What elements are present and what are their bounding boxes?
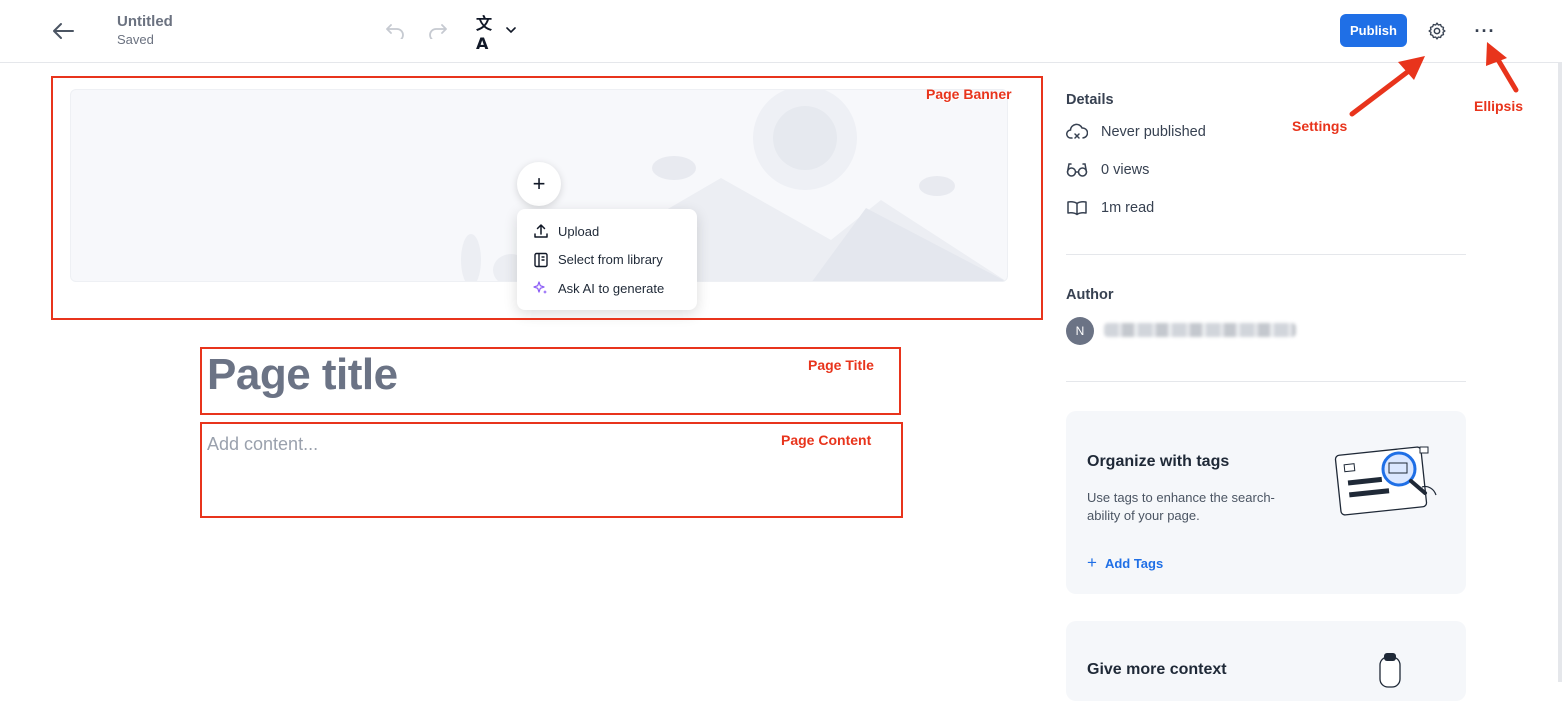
annotation-ellipsis-label: Ellipsis xyxy=(1474,98,1524,114)
save-status: Saved xyxy=(117,32,154,47)
more-options-icon[interactable]: ··· xyxy=(1472,18,1498,44)
details-heading: Details xyxy=(1066,92,1114,108)
annotation-page-banner-label: Page Banner xyxy=(926,86,1012,102)
back-arrow-icon[interactable] xyxy=(50,18,76,44)
divider xyxy=(1066,254,1466,255)
glasses-icon xyxy=(1066,159,1088,181)
tags-card: Organize with tags Use tags to enhance t… xyxy=(1066,411,1466,594)
book-icon xyxy=(1066,197,1088,219)
publish-status-row: Never published xyxy=(1066,121,1206,143)
context-card: Give more context xyxy=(1066,621,1466,701)
publish-status-text: Never published xyxy=(1101,124,1206,140)
add-tags-label: Add Tags xyxy=(1104,555,1164,571)
publish-button[interactable]: Publish xyxy=(1340,14,1407,47)
add-tags-button[interactable]: + Add Tags xyxy=(1087,553,1163,573)
tags-card-title: Organize with tags xyxy=(1087,453,1230,470)
scrollbar[interactable] xyxy=(1558,63,1562,682)
views-row: 0 views xyxy=(1066,159,1149,181)
divider xyxy=(1066,381,1466,382)
translate-dropdown[interactable]: 文A xyxy=(476,14,516,53)
views-text: 0 views xyxy=(1101,162,1150,178)
author-avatar: N xyxy=(1066,317,1094,345)
context-illustration xyxy=(1379,653,1401,688)
author-name-redacted xyxy=(1104,323,1296,337)
context-card-title: Give more context xyxy=(1087,661,1227,678)
tags-card-text: Use tags to enhance the search-ability o… xyxy=(1087,490,1275,523)
annotation-page-banner-box xyxy=(51,76,1043,320)
chevron-down-icon xyxy=(506,26,516,37)
annotation-page-title-label: Page Title xyxy=(808,357,874,373)
read-time-text: 1m read xyxy=(1101,200,1155,216)
read-time-row: 1m read xyxy=(1066,197,1154,219)
settings-gear-icon[interactable] xyxy=(1424,18,1450,44)
translate-icon: 文A xyxy=(476,13,493,53)
author-heading: Author xyxy=(1066,287,1114,303)
plus-icon: + xyxy=(1087,553,1097,572)
top-bar: Untitled Saved 文A Publish ··· xyxy=(0,0,1562,63)
tags-magnifier-illustration xyxy=(1334,446,1437,516)
undo-icon[interactable] xyxy=(383,19,407,43)
redo-icon[interactable] xyxy=(426,19,450,43)
cloud-off-icon xyxy=(1066,121,1088,143)
annotation-page-title-box xyxy=(200,347,901,415)
annotation-settings-label: Settings xyxy=(1292,118,1348,134)
document-title: Untitled xyxy=(117,13,173,30)
annotation-page-content-label: Page Content xyxy=(781,432,872,448)
